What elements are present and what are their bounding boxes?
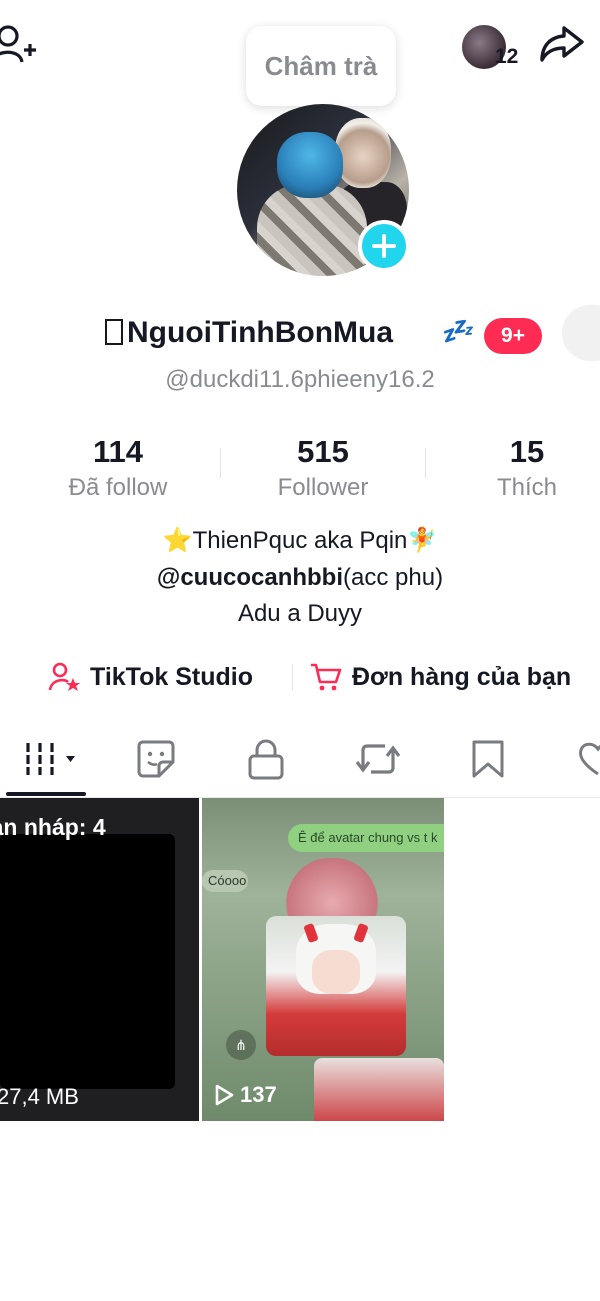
following-label: Đã follow bbox=[68, 474, 168, 501]
bio-mention[interactable]: @cuucocanhbbi bbox=[157, 564, 343, 591]
stat-likes[interactable]: 15 Thích bbox=[432, 434, 600, 502]
active-tab-indicator bbox=[6, 792, 86, 796]
notification-badge[interactable]: 9+ bbox=[484, 318, 542, 354]
draft-preview bbox=[0, 834, 175, 1089]
bio-line-3: Adu a Duyy bbox=[237, 600, 363, 627]
share-icon[interactable] bbox=[538, 22, 586, 66]
drafts-tile[interactable]: Bản nháp: 4 27,4 MB bbox=[0, 798, 199, 1121]
profile-tabs bbox=[0, 720, 600, 798]
likes-label: Thích bbox=[496, 474, 558, 501]
stat-following[interactable]: 114 Đã follow bbox=[23, 434, 213, 502]
video-chat-bubble: Ê để avatar chung vs t k bbox=[288, 824, 444, 852]
orders-label: Đơn hàng của bạn bbox=[352, 662, 572, 691]
followers-count: 515 bbox=[297, 434, 349, 469]
tiktok-studio-link[interactable]: TikTok Studio bbox=[48, 660, 253, 694]
tab-reposts[interactable] bbox=[348, 734, 408, 784]
tab-favorites[interactable] bbox=[126, 734, 186, 784]
tab-saved[interactable] bbox=[458, 734, 518, 784]
video-share-icon: ⋔ bbox=[226, 1030, 256, 1060]
username-row: NguoiTinhBonMua 💤 9+ bbox=[0, 310, 600, 360]
studio-label: TikTok Studio bbox=[90, 662, 253, 691]
heart-icon bbox=[579, 742, 600, 776]
link-divider bbox=[292, 664, 293, 690]
video-tile[interactable]: Ê để avatar chung vs t k Cóooo ⋔ 137 bbox=[202, 798, 444, 1121]
user-handle: @duckdi11.6phieeny16.2 bbox=[165, 366, 435, 393]
zzz-emoji: 💤 bbox=[440, 316, 473, 346]
add-friend-icon[interactable] bbox=[0, 22, 38, 66]
tab-liked[interactable] bbox=[568, 734, 600, 784]
followers-label: Follower bbox=[277, 474, 369, 501]
lock-icon bbox=[248, 739, 284, 780]
cart-icon bbox=[311, 663, 342, 691]
draft-size-label: 27,4 MB bbox=[0, 1084, 79, 1109]
draft-count-label: Bản nháp: 4 bbox=[0, 814, 106, 840]
sticker-icon bbox=[137, 740, 175, 778]
bio-line-1: ⭐ThienPquc aka Pqin🧚 bbox=[162, 527, 438, 554]
note-bubble[interactable]: Châm trà bbox=[246, 26, 396, 106]
add-story-button[interactable] bbox=[358, 220, 410, 272]
grid-bars-icon bbox=[26, 743, 75, 775]
tab-private[interactable] bbox=[236, 734, 296, 784]
video-lower-figure bbox=[314, 1058, 444, 1121]
video-character-card bbox=[266, 916, 406, 1056]
plus-icon bbox=[372, 234, 396, 258]
stat-followers[interactable]: 515 Follower bbox=[228, 434, 418, 502]
studio-person-star-icon bbox=[48, 662, 80, 691]
note-text: Châm trà bbox=[264, 50, 378, 81]
bio-line-2: @cuucocanhbbi(acc phu) bbox=[0, 564, 600, 592]
stat-divider bbox=[220, 448, 221, 478]
story-count: 12 bbox=[495, 45, 519, 68]
likes-count: 15 bbox=[509, 434, 545, 469]
video-chat-bubble-left: Cóooo bbox=[202, 870, 248, 892]
bookmark-icon bbox=[472, 740, 504, 778]
orders-link[interactable]: Đơn hàng của bạn bbox=[310, 660, 571, 694]
repost-icon bbox=[355, 744, 401, 774]
bio-note: (acc phu) bbox=[343, 564, 444, 591]
following-count: 114 bbox=[92, 434, 143, 469]
video-play-count: 137 bbox=[214, 1082, 277, 1108]
play-icon bbox=[215, 1084, 234, 1106]
tab-videos[interactable] bbox=[20, 734, 84, 784]
stat-divider bbox=[425, 448, 426, 478]
username: NguoiTinhBonMua bbox=[105, 316, 393, 350]
